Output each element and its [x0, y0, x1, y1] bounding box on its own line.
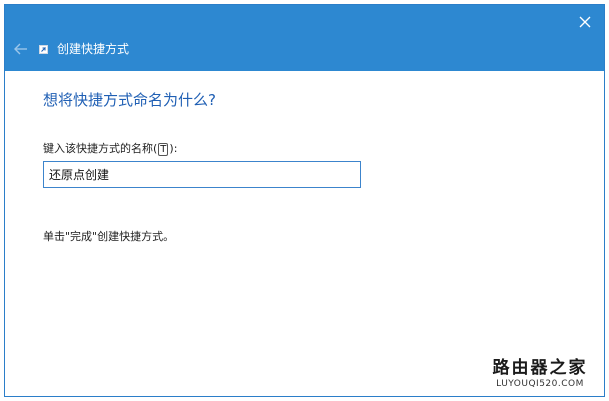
back-arrow-icon [14, 43, 27, 55]
label-suffix: ): [169, 142, 178, 155]
shortcut-name-input[interactable] [43, 161, 361, 188]
name-field-label: 键入该快捷方式的名称(T): [43, 141, 177, 157]
watermark: 路由器之家 LUYOUQI520.COM [482, 358, 598, 390]
close-button[interactable] [572, 9, 598, 35]
watermark-title: 路由器之家 [492, 358, 588, 378]
access-key-t: T [158, 143, 169, 156]
shortcut-icon [39, 45, 48, 54]
close-icon [579, 16, 591, 28]
label-prefix: 键入该快捷方式的名称( [43, 142, 158, 155]
create-shortcut-dialog: 创建快捷方式 想将快捷方式命名为什么? 键入该快捷方式的名称(T): 单击"完成… [4, 4, 605, 397]
finish-hint: 单击"完成"创建快捷方式。 [43, 230, 175, 243]
page-heading: 想将快捷方式命名为什么? [43, 91, 216, 109]
watermark-url: LUYOUQI520.COM [496, 379, 584, 389]
title-bar: 创建快捷方式 [5, 5, 604, 71]
back-button[interactable] [11, 39, 31, 59]
window-title: 创建快捷方式 [57, 42, 130, 56]
